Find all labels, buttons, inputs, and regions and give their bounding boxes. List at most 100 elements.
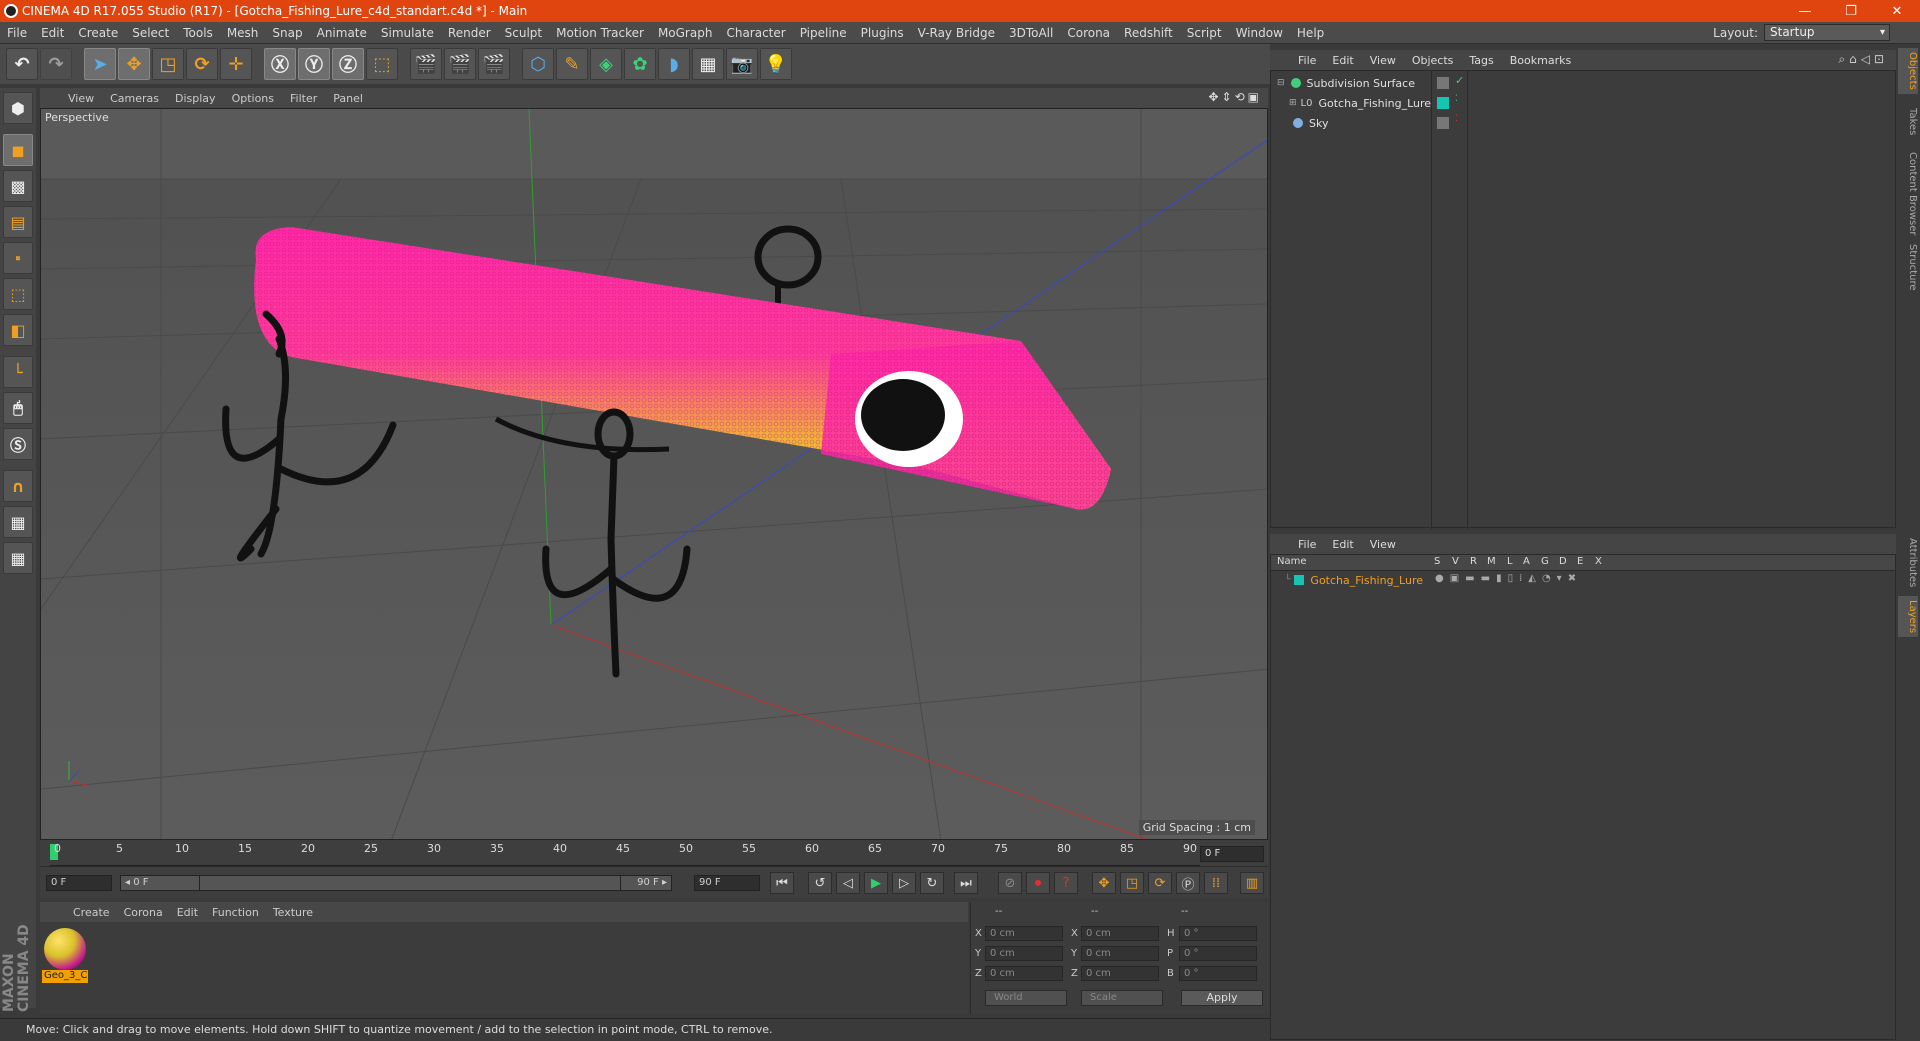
size-y-field[interactable]: 0 cm (1081, 946, 1159, 961)
coord-mode-dropdown[interactable]: World (985, 990, 1067, 1006)
menu-character[interactable]: Character (719, 26, 792, 40)
x-axis-lock-button[interactable]: Ⓧ (264, 48, 296, 80)
menu-script[interactable]: Script (1180, 26, 1229, 40)
material-menu-edit[interactable]: Edit (170, 906, 205, 919)
timeline-window-button[interactable]: ▥ (1240, 872, 1264, 894)
snap-button[interactable]: ∩ (3, 470, 33, 502)
menu-window[interactable]: Window (1229, 26, 1290, 40)
coord-scale-dropdown[interactable]: Scale (1081, 990, 1163, 1006)
rotation-p-field[interactable]: 0 ° (1179, 946, 1257, 961)
cube-object-button[interactable]: ⬡ (522, 48, 554, 80)
current-frame-field[interactable]: 0 F (1200, 846, 1264, 862)
menu-corona[interactable]: Corona (1060, 26, 1117, 40)
floor-button[interactable]: ▦ (692, 48, 724, 80)
tab-content-browser[interactable]: Content Browser (1898, 148, 1918, 239)
visibility-toggle[interactable] (1437, 77, 1449, 89)
light-button[interactable]: 💡 (760, 48, 792, 80)
tab-objects[interactable]: Objects (1898, 48, 1918, 94)
layers-menu-file[interactable]: File (1290, 538, 1324, 551)
visibility-dots-icon[interactable]: ⁚ (1455, 94, 1458, 104)
rotate-tool-button[interactable]: ⟳ (186, 48, 218, 80)
column-header-animation[interactable]: A (1523, 556, 1530, 567)
menu-redshift[interactable]: Redshift (1117, 26, 1180, 40)
texture-mode-button[interactable]: ▩ (3, 170, 33, 202)
render-settings-button[interactable]: 🎬 (478, 48, 510, 80)
layer-color-chip[interactable] (1294, 575, 1305, 585)
close-button[interactable]: ✕ (1874, 0, 1920, 22)
column-header-locked[interactable]: L (1507, 556, 1513, 567)
key-scale-button[interactable]: ◳ (1120, 872, 1144, 894)
visibility-toggle[interactable] (1437, 117, 1449, 129)
menu-create[interactable]: Create (71, 26, 125, 40)
rotation-b-field[interactable]: 0 ° (1179, 966, 1257, 981)
column-header-solo[interactable]: S (1434, 556, 1440, 567)
size-x-field[interactable]: 0 cm (1081, 926, 1159, 941)
viewport-menu-cameras[interactable]: Cameras (102, 92, 167, 105)
prev-key-button[interactable]: ↺ (808, 872, 832, 894)
objects-menu-bookmarks[interactable]: Bookmarks (1502, 54, 1579, 67)
points-mode-button[interactable]: ⬞ (3, 242, 33, 274)
column-header-deformers[interactable]: D (1559, 556, 1567, 567)
planar-workplane-button[interactable]: ▦ (3, 542, 33, 574)
column-header-manager[interactable]: M (1487, 556, 1496, 567)
position-z-field[interactable]: 0 cm (985, 966, 1063, 981)
workplane-mode-button[interactable]: ▤ (3, 206, 33, 238)
menu-animate[interactable]: Animate (310, 26, 374, 40)
camera-button[interactable]: 📷 (726, 48, 758, 80)
range-end-slider[interactable]: 90 F ▸ (620, 875, 672, 891)
key-rotation-button[interactable]: ⟳ (1148, 872, 1172, 894)
menu-pipeline[interactable]: Pipeline (793, 26, 854, 40)
timeline[interactable]: 0 5 10 15 20 25 30 35 40 45 50 55 60 65 … (40, 840, 1268, 866)
material-name-label[interactable]: Geo_3_C (42, 970, 88, 983)
z-axis-lock-button[interactable]: Ⓩ (332, 48, 364, 80)
layer-row[interactable]: └ Gotcha_Fishing_Lure ●▣▬▬▮▯⁞◭◔▾✖ (1271, 571, 1895, 589)
object-name[interactable]: Gotcha_Fishing_Lure (1318, 97, 1431, 110)
coordinate-system-button[interactable]: ⬚ (366, 48, 398, 80)
timeline-ruler[interactable]: 0 5 10 15 20 25 30 35 40 45 50 55 60 65 … (50, 840, 1200, 866)
model-mode-button[interactable]: ◼ (3, 134, 33, 166)
column-header-expressions[interactable]: E (1577, 556, 1583, 567)
menu-tools[interactable]: Tools (176, 26, 220, 40)
column-header-generators[interactable]: G (1541, 556, 1549, 567)
key-pla-button[interactable]: ⁞⁞ (1204, 872, 1228, 894)
range-start-slider[interactable]: ◂ 0 F (120, 875, 200, 891)
material-menu-function[interactable]: Function (205, 906, 266, 919)
tab-takes[interactable]: Takes (1898, 104, 1918, 139)
go-to-end-button[interactable]: ⏭ (954, 872, 978, 894)
viewport-menu-filter[interactable]: Filter (282, 92, 325, 105)
object-name[interactable]: Subdivision Surface (1307, 77, 1415, 90)
layers-menu-view[interactable]: View (1362, 538, 1404, 551)
menu-mograph[interactable]: MoGraph (651, 26, 720, 40)
menu-snap[interactable]: Snap (265, 26, 309, 40)
menu-3dtoall[interactable]: 3DToAll (1002, 26, 1060, 40)
objects-menu-file[interactable]: File (1290, 54, 1324, 67)
layer-name[interactable]: Gotcha_Fishing_Lure (1310, 574, 1423, 587)
tweak-mode-button[interactable]: 🖱 (3, 392, 33, 424)
render-view-button[interactable]: 🎬 (410, 48, 442, 80)
make-editable-button[interactable]: ⬢ (3, 92, 33, 124)
menu-select[interactable]: Select (125, 26, 176, 40)
play-button[interactable]: ▶ (864, 872, 888, 894)
motion-path-button[interactable]: ⊘ (998, 872, 1022, 894)
tab-structure[interactable]: Structure (1898, 240, 1918, 295)
range-slider-track[interactable] (200, 875, 640, 891)
tab-attributes[interactable]: Attributes (1898, 534, 1918, 591)
perspective-viewport[interactable]: Perspective Grid Spacing : 1 cm (40, 108, 1268, 840)
material-menu-corona[interactable]: Corona (117, 906, 170, 919)
start-frame-field[interactable]: 0 F (46, 875, 112, 891)
viewport-menu-view[interactable]: View (60, 92, 102, 105)
column-header-xref[interactable]: X (1595, 556, 1602, 567)
solo-button[interactable]: Ⓢ (3, 428, 33, 460)
menu-mesh[interactable]: Mesh (220, 26, 266, 40)
locked-workplane-button[interactable]: ▦ (3, 506, 33, 538)
apply-button[interactable]: Apply (1181, 990, 1263, 1006)
restore-button[interactable]: ❐ (1828, 0, 1874, 22)
column-header-name[interactable]: Name (1277, 556, 1307, 567)
layer-flag-icons[interactable]: ●▣▬▬▮▯⁞◭◔▾✖ (1435, 573, 1582, 584)
viewport-menu-display[interactable]: Display (167, 92, 224, 105)
undo-button[interactable]: ↶ (6, 48, 38, 80)
enabled-check-icon[interactable]: ✓ (1455, 74, 1464, 87)
record-keyframe-button[interactable]: ⏺ (1026, 872, 1050, 894)
next-key-button[interactable]: ↻ (920, 872, 944, 894)
object-row-sky[interactable]: Sky ⁚ (1271, 113, 1895, 133)
